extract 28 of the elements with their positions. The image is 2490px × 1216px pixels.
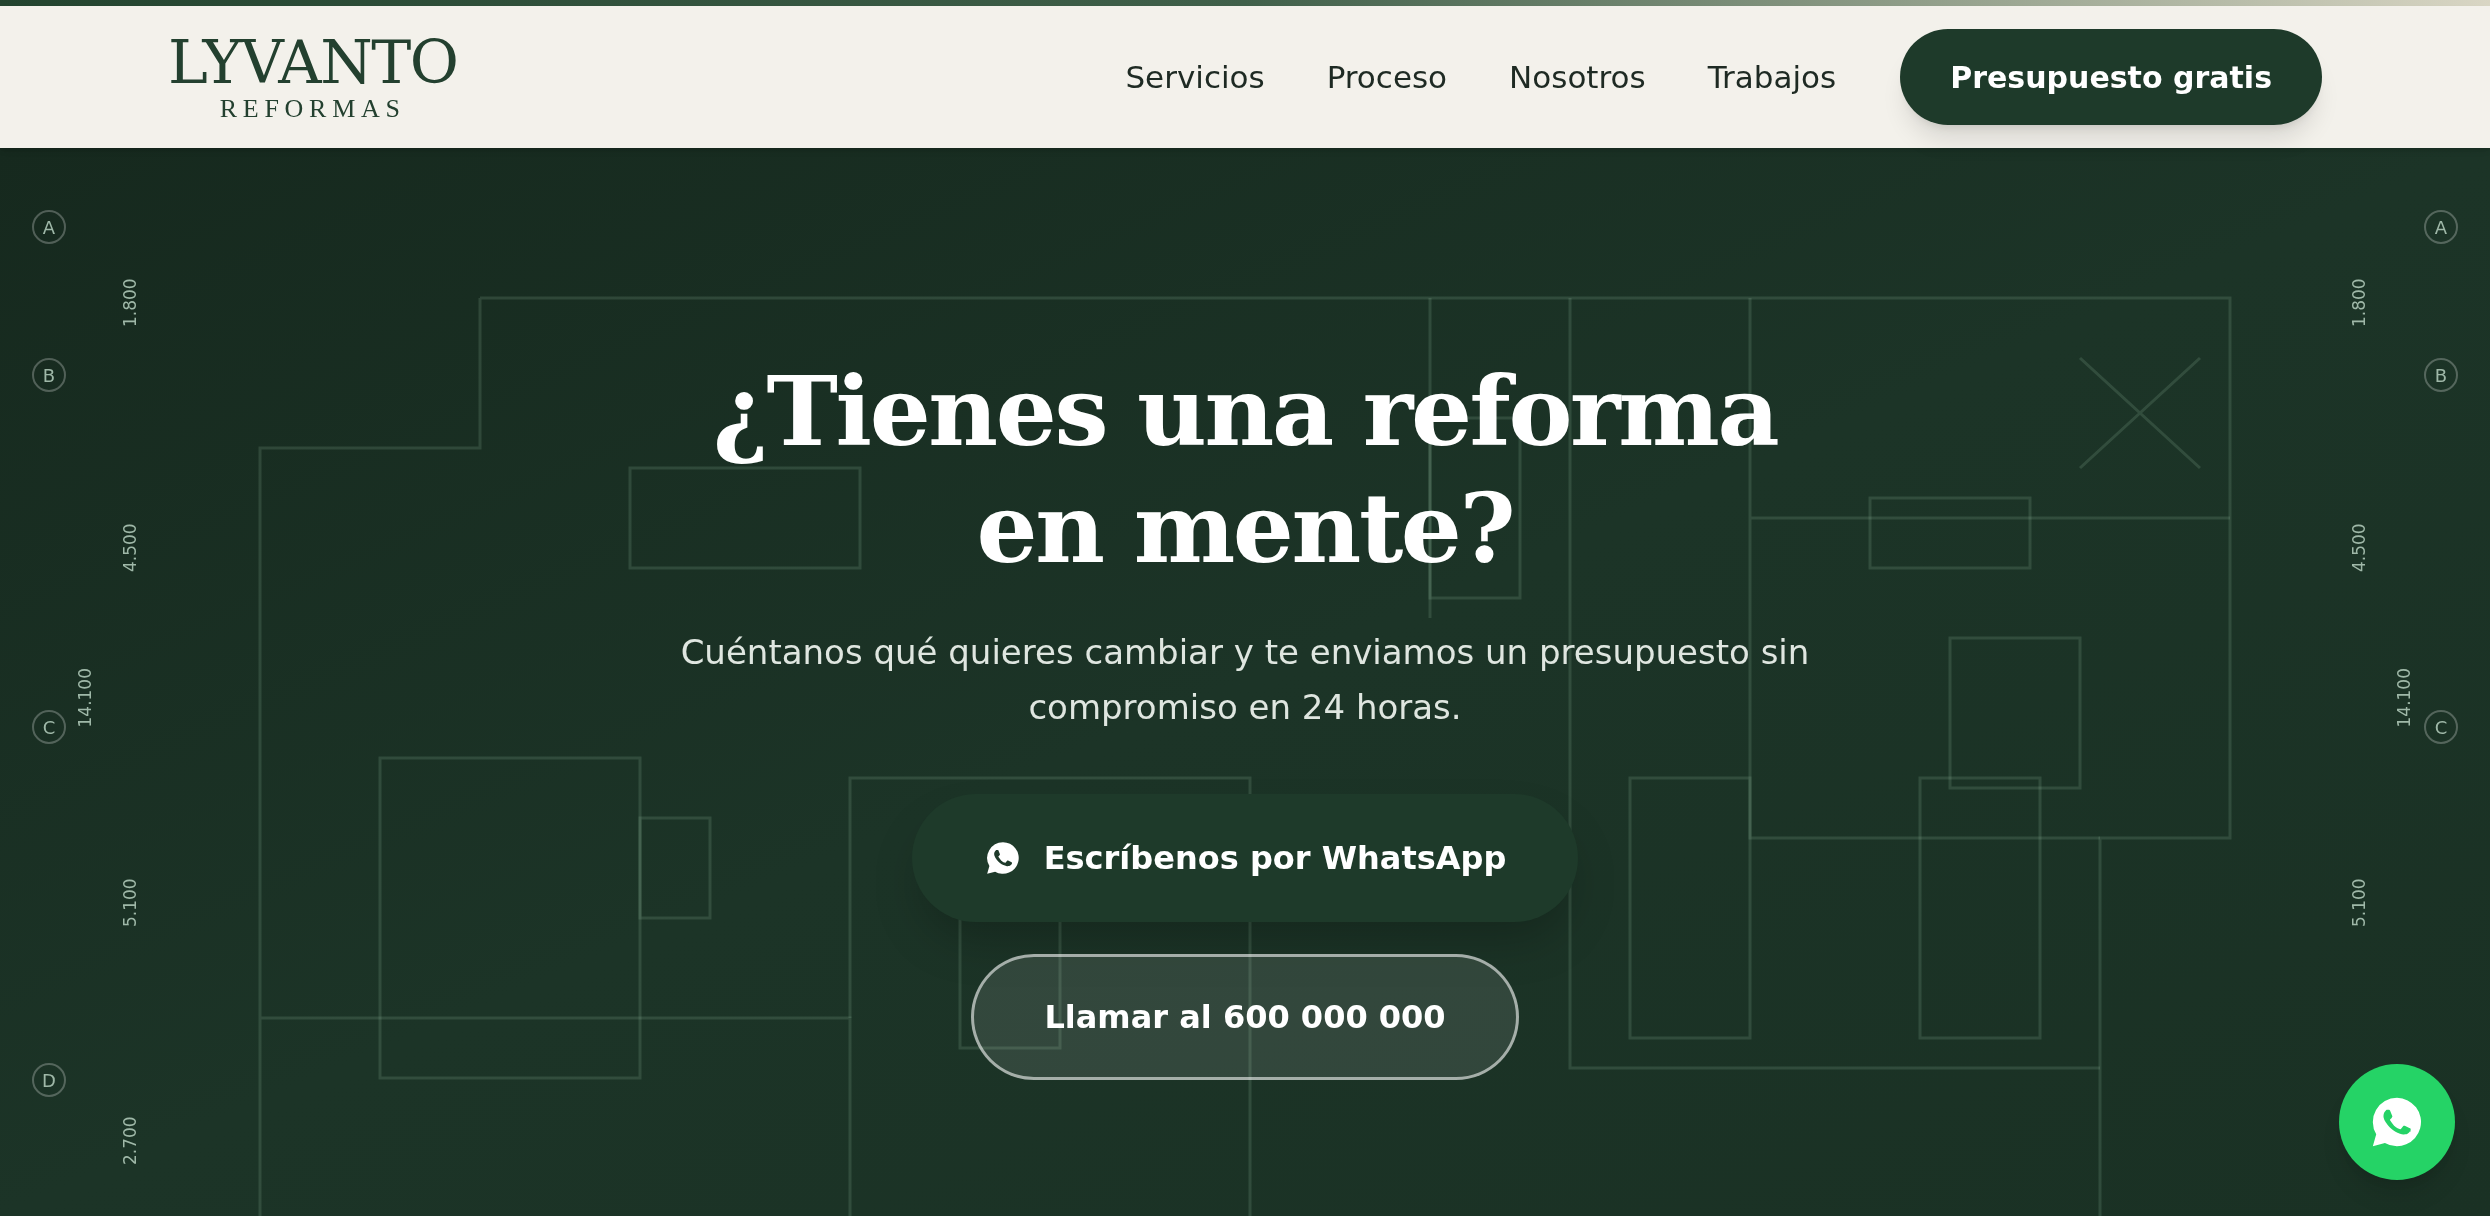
- nav-link[interactable]: Trabajos: [1707, 53, 1837, 101]
- quote-button[interactable]: Presupuesto gratis: [1900, 29, 2322, 125]
- logo-tagline: REFORMAS: [219, 96, 406, 122]
- grid-axis-label: A: [32, 210, 66, 244]
- hero-heading: ¿Tienes una reforma en mente?: [712, 354, 1778, 588]
- grid-axis-label: B: [32, 358, 66, 392]
- grid-axis-label: D: [32, 1063, 66, 1097]
- nav-link[interactable]: Proceso: [1326, 53, 1448, 101]
- grid-axis-label: B: [2424, 358, 2458, 392]
- logo[interactable]: LYVANTO REFORMAS: [168, 32, 458, 122]
- dimension-label: 14.100: [2392, 668, 2415, 728]
- dimension-label: 14.100: [74, 668, 96, 728]
- grid-axis-label: C: [32, 710, 66, 744]
- nav-link[interactable]: Servicios: [1125, 53, 1265, 101]
- dimension-label: 4.500: [118, 523, 141, 573]
- logo-wordmark: LYVANTO: [168, 32, 458, 92]
- dimension-label: 5.100: [2347, 878, 2370, 928]
- grid-axis-label: C: [2424, 710, 2458, 744]
- dimension-label: 1.800: [2347, 278, 2370, 328]
- dimension-label: 1.800: [118, 278, 141, 328]
- dimension-label: 5.100: [118, 878, 141, 928]
- hero-subtitle: Cuéntanos qué quieres cambiar y te enviamos un presupuesto sin compromiso en 24 horas.: [679, 631, 1811, 729]
- dimension-label: 4.500: [2347, 523, 2370, 573]
- whatsapp-button[interactable]: Escríbenos por WhatsApp: [911, 794, 1579, 922]
- call-button[interactable]: Llamar al 600 000 000: [971, 954, 1519, 1080]
- nav-link[interactable]: Nosotros: [1509, 53, 1646, 101]
- grid-axis-label: A: [2424, 210, 2458, 244]
- dimension-label: 2.700: [118, 1116, 141, 1166]
